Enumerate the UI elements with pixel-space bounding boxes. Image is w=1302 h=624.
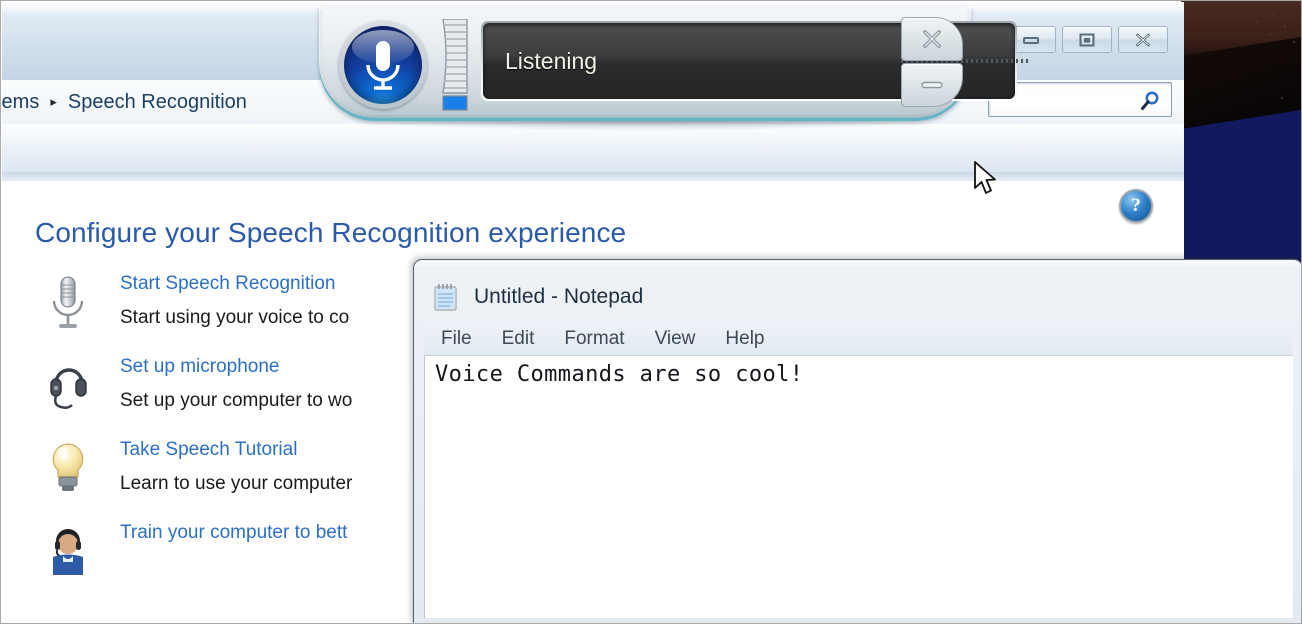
page-title: Configure your Speech Recognition experi…	[35, 217, 627, 248]
microphone-icon	[45, 274, 91, 330]
menu-item-help[interactable]: Help	[725, 328, 764, 350]
screenshot-root: tems ▸ Speech Recognition ? Configure yo…	[0, 0, 1302, 624]
minus-icon	[921, 81, 943, 89]
window-controls	[1006, 26, 1168, 53]
wallpaper-speck	[1256, 21, 1258, 23]
menu-item-file[interactable]: File	[441, 328, 472, 350]
speech-status-text: Listening	[505, 47, 598, 74]
wallpaper-speck	[1281, 97, 1283, 99]
menu-item-edit[interactable]: Edit	[502, 328, 535, 350]
maximize-button[interactable]	[1062, 26, 1112, 53]
task-description: Set up your computer to wo	[120, 390, 353, 411]
notepad-titlebar: Untitled - Notepad	[432, 282, 643, 312]
notepad-document-text: Voice Commands are so cool!	[435, 362, 804, 387]
microphone-toggle-button[interactable]	[339, 21, 427, 109]
help-button[interactable]: ?	[1119, 189, 1153, 223]
headset-icon	[45, 357, 91, 413]
notepad-titlebar-glass	[415, 261, 1301, 269]
notepad-title-text: Untitled - Notepad	[474, 285, 644, 308]
menu-item-view[interactable]: View	[655, 328, 696, 350]
mouse-pointer	[973, 161, 999, 197]
task-link[interactable]: Start Speech Recognition	[120, 273, 335, 295]
notepad-icon	[434, 284, 457, 311]
speech-bar-body: Listening	[319, 7, 1031, 121]
close-icon	[1136, 33, 1150, 46]
task-description: Learn to use your computer	[120, 473, 353, 494]
speech-recognition-bar: Listening	[319, 7, 1031, 131]
breadcrumb-separator-icon[interactable]: ▸	[50, 94, 57, 110]
notepad-menubar: File Edit Format View Help	[424, 322, 1292, 356]
speech-bar-controls	[901, 17, 963, 111]
lightbulb-icon	[45, 440, 91, 496]
task-link[interactable]: Take Speech Tutorial	[120, 439, 297, 461]
speech-bar-close-button[interactable]	[901, 17, 963, 61]
level-meter-icon	[439, 19, 469, 111]
search-icon	[1141, 91, 1159, 110]
control-panel-toolbar	[2, 124, 1184, 173]
notepad-text-area[interactable]: Voice Commands are so cool!	[424, 356, 1293, 618]
breadcrumb: tems ▸ Speech Recognition	[2, 91, 247, 114]
wallpaper-speck	[1273, 13, 1275, 15]
wallpaper-speck	[1269, 33, 1271, 35]
task-link[interactable]: Train your computer to bett	[120, 522, 347, 544]
notepad-frame: Untitled - Notepad File Edit Format View…	[413, 259, 1301, 623]
microphone-orb-icon	[344, 26, 422, 104]
wallpaper-speck	[1293, 41, 1295, 43]
notepad-window: Untitled - Notepad File Edit Format View…	[413, 259, 1301, 623]
menu-item-format[interactable]: Format	[564, 328, 624, 350]
wallpaper-speck	[1284, 25, 1286, 27]
task-link[interactable]: Set up microphone	[120, 356, 280, 378]
close-button[interactable]	[1118, 26, 1168, 53]
person-headset-icon	[45, 523, 91, 579]
breadcrumb-current[interactable]: Speech Recognition	[68, 91, 247, 114]
wallpaper-speck	[1241, 15, 1243, 17]
maximize-icon	[1079, 33, 1095, 46]
x-icon	[923, 30, 941, 48]
speech-bar-minimize-button[interactable]	[901, 63, 963, 107]
breadcrumb-parent[interactable]: tems	[2, 91, 39, 114]
task-description: Start using your voice to co	[120, 307, 350, 328]
minimize-icon	[1023, 36, 1039, 44]
